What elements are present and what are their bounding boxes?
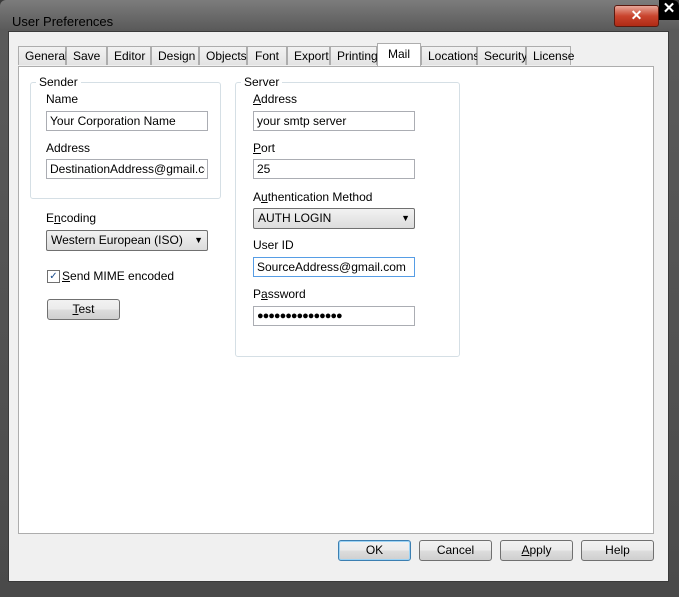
tab-design[interactable]: Design [151, 46, 199, 65]
auth-method-selected: AUTH LOGIN [258, 211, 332, 225]
test-button[interactable]: Test [47, 299, 120, 320]
tab-printing[interactable]: Printing [330, 46, 378, 65]
send-mime-checkbox[interactable]: ✓ [47, 270, 60, 283]
user-id-label: User ID [253, 238, 294, 252]
tab-objects[interactable]: Objects [199, 46, 247, 65]
ok-button[interactable]: OK [338, 540, 411, 561]
window-title: User Preferences [12, 14, 114, 29]
sender-name-field[interactable] [46, 111, 208, 131]
sender-address-label: Address [46, 141, 91, 155]
mail-tab-panel: Sender Name Address Encoding Western Eur… [18, 66, 654, 534]
dialog-client-area: General Save Editor Design Objects Font … [8, 31, 669, 582]
send-mime-label: Send MIME encoded [62, 269, 175, 283]
tab-export[interactable]: Export [287, 46, 330, 65]
encoding-selected: Western European (ISO) [51, 233, 183, 247]
tab-general[interactable]: General [18, 46, 68, 65]
sender-address-field[interactable] [46, 159, 208, 179]
auth-method-dropdown[interactable]: AUTH LOGIN ▼ [253, 208, 415, 229]
apply-button[interactable]: Apply [500, 540, 573, 561]
encoding-label: Encoding [46, 211, 97, 225]
server-address-label: Address [253, 92, 298, 106]
tab-save[interactable]: Save [66, 46, 107, 65]
tab-font[interactable]: Font [247, 46, 287, 65]
port-label: Port [253, 141, 276, 155]
tab-license[interactable]: License [526, 46, 574, 65]
server-legend: Server [244, 75, 280, 89]
chevron-down-icon: ▼ [194, 235, 203, 245]
tab-editor[interactable]: Editor [107, 46, 151, 65]
encoding-dropdown[interactable]: Western European (ISO) ▼ [46, 230, 208, 251]
port-field[interactable] [253, 159, 415, 179]
tab-security[interactable]: Security [477, 46, 527, 65]
password-field[interactable]: ●●●●●●●●●●●●●●● [253, 306, 415, 326]
tab-locations[interactable]: Locations [421, 46, 479, 65]
auth-method-label: Authentication Method [253, 190, 373, 204]
corner-close-icon[interactable]: ✕ [659, 0, 679, 20]
tab-mail[interactable]: Mail [377, 43, 421, 66]
sender-name-label: Name [46, 92, 79, 106]
password-label: Password [253, 287, 306, 301]
close-button[interactable]: ✕ [614, 5, 659, 27]
server-address-field[interactable] [253, 111, 415, 131]
cancel-button[interactable]: Cancel [419, 540, 492, 561]
help-button[interactable]: Help [581, 540, 654, 561]
dialog-window: User Preferences ✕ ✕ General Save Editor… [0, 0, 679, 597]
close-icon: ✕ [630, 7, 643, 23]
user-id-field[interactable] [253, 257, 415, 277]
sender-legend: Sender [39, 75, 78, 89]
chevron-down-icon: ▼ [401, 213, 410, 223]
